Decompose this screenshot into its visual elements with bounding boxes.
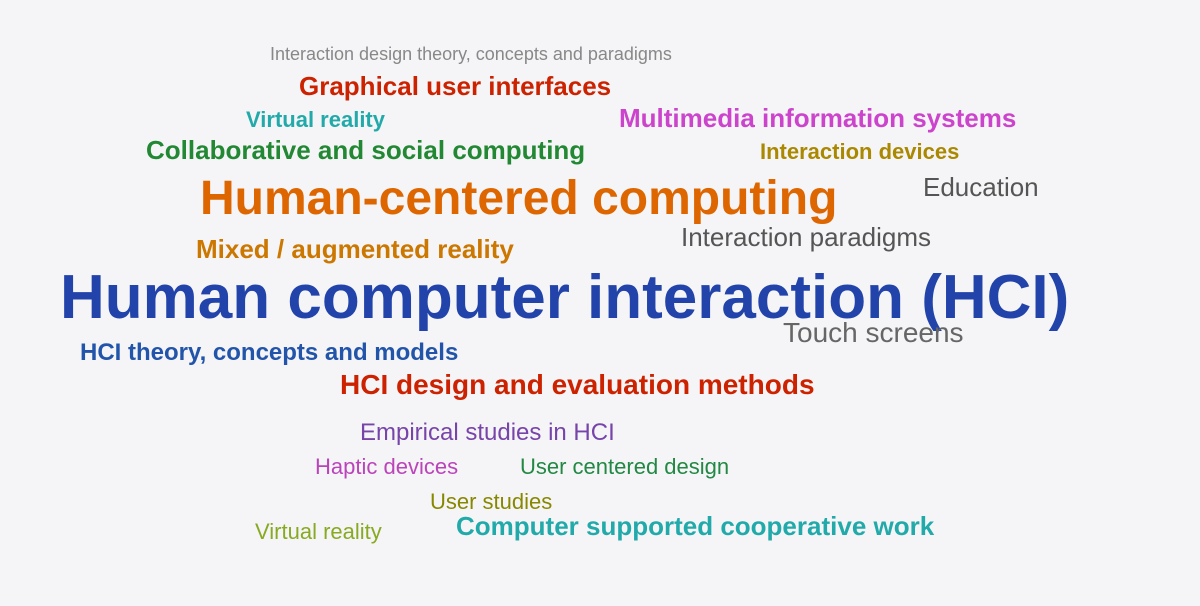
word-interaction-devices: Interaction devices (760, 140, 959, 164)
word-collaborative-social-computing: Collaborative and social computing (146, 136, 585, 165)
word-virtual-reality-1: Virtual reality (246, 108, 385, 132)
word-graphical-user-interfaces: Graphical user interfaces (299, 72, 611, 101)
word-computer-supported-cooperative-work: Computer supported cooperative work (456, 512, 934, 541)
word-mixed-augmented-reality: Mixed / augmented reality (196, 235, 514, 264)
word-cloud: Interaction design theory, concepts and … (0, 0, 1200, 606)
word-haptic-devices: Haptic devices (315, 455, 458, 479)
word-multimedia-information-systems: Multimedia information systems (619, 104, 1016, 133)
word-hci-theory-concepts-models: HCI theory, concepts and models (80, 340, 458, 366)
word-virtual-reality-2: Virtual reality (255, 520, 382, 544)
word-education: Education (923, 173, 1039, 202)
word-touch-screens: Touch screens (783, 318, 964, 349)
word-empirical-studies-hci: Empirical studies in HCI (360, 420, 615, 446)
word-hci-design-evaluation-methods: HCI design and evaluation methods (340, 370, 815, 401)
word-interaction-paradigms: Interaction paradigms (681, 223, 931, 252)
word-human-centered-computing: Human-centered computing (200, 173, 837, 226)
word-user-centered-design: User centered design (520, 455, 729, 479)
word-interaction-design-theory: Interaction design theory, concepts and … (270, 45, 672, 65)
